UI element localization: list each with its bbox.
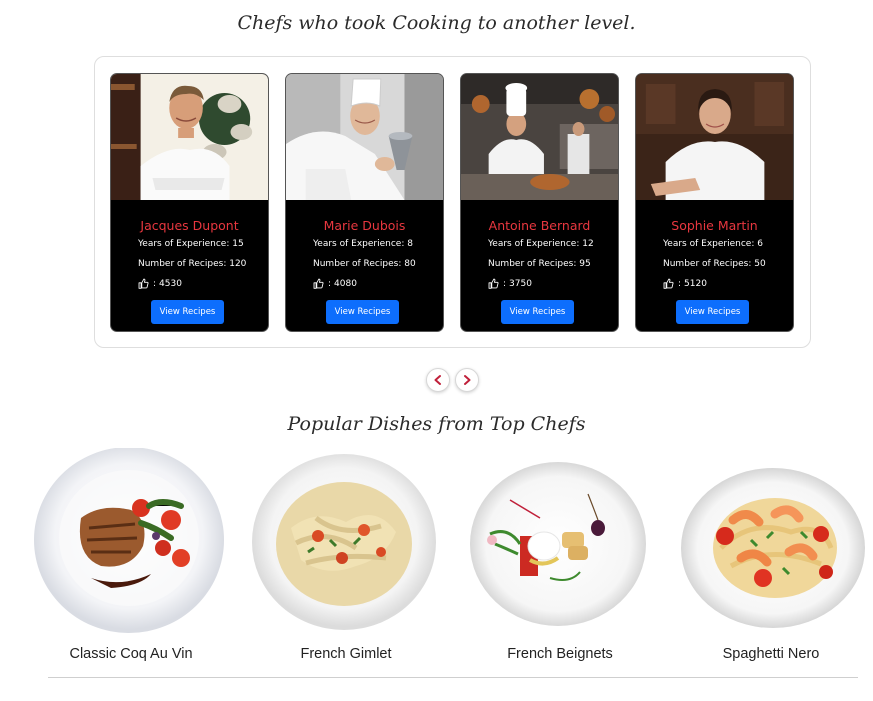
dish-card[interactable]: French Beignets <box>460 448 660 668</box>
likes-count: 4530 <box>159 278 182 289</box>
dish-image <box>252 454 436 630</box>
likes-separator: : <box>503 278 507 289</box>
chef-experience: Years of Experience: 15 <box>138 239 244 249</box>
likes-count: 4080 <box>334 278 357 289</box>
chef-name: Sophie Martin <box>671 218 758 233</box>
footer-divider <box>48 677 858 678</box>
chefs-section-title: Chefs who took Cooking to another level. <box>237 12 636 34</box>
dish-name: French Gimlet <box>300 646 392 662</box>
likes-separator: : <box>678 278 682 289</box>
chef-carousel: Jacques Dupont Years of Experience: 15 N… <box>94 56 811 348</box>
thumbs-up-icon <box>138 278 149 289</box>
carousel-prev-button[interactable] <box>426 368 450 392</box>
dish-image <box>681 468 865 628</box>
thumbs-up-icon <box>488 278 499 289</box>
dish-name: Classic Coq Au Vin <box>69 646 193 662</box>
carousel-next-button[interactable] <box>455 368 479 392</box>
dish-name: French Beignets <box>507 646 613 662</box>
chef-likes: : 5120 <box>663 278 707 289</box>
view-recipes-button[interactable]: View Recipes <box>501 300 574 324</box>
likes-separator: : <box>153 278 157 289</box>
chef-experience: Years of Experience: 6 <box>663 239 763 249</box>
chef-photo <box>286 74 443 200</box>
view-recipes-button[interactable]: View Recipes <box>676 300 749 324</box>
dish-card[interactable]: Classic Coq Au Vin <box>31 448 231 668</box>
dishes-section-title: Popular Dishes from Top Chefs <box>287 413 586 435</box>
chef-experience: Years of Experience: 12 <box>488 239 594 249</box>
dish-name: Spaghetti Nero <box>722 646 820 662</box>
chef-card: Antoine Bernard Years of Experience: 12 … <box>460 73 619 332</box>
thumbs-up-icon <box>663 278 674 289</box>
chef-name: Antoine Bernard <box>488 218 591 233</box>
chef-recipes-count: Number of Recipes: 80 <box>313 259 416 269</box>
view-recipes-button[interactable]: View Recipes <box>151 300 224 324</box>
chef-likes: : 4530 <box>138 278 182 289</box>
dish-card[interactable]: Spaghetti Nero <box>671 448 871 668</box>
chef-name: Jacques Dupont <box>140 218 239 233</box>
chef-card: Sophie Martin Years of Experience: 6 Num… <box>635 73 794 332</box>
likes-separator: : <box>328 278 332 289</box>
chef-photo <box>111 74 268 200</box>
likes-count: 5120 <box>684 278 707 289</box>
chef-name: Marie Dubois <box>323 218 406 233</box>
chef-likes: : 3750 <box>488 278 532 289</box>
chef-experience: Years of Experience: 8 <box>313 239 413 249</box>
chef-photo <box>636 74 793 200</box>
view-recipes-button[interactable]: View Recipes <box>326 300 399 324</box>
chef-photo <box>461 74 618 200</box>
dish-image <box>34 448 224 633</box>
chef-recipes-count: Number of Recipes: 120 <box>138 259 247 269</box>
thumbs-up-icon <box>313 278 324 289</box>
likes-count: 3750 <box>509 278 532 289</box>
chef-recipes-count: Number of Recipes: 50 <box>663 259 766 269</box>
chef-card: Marie Dubois Years of Experience: 8 Numb… <box>285 73 444 332</box>
chef-card: Jacques Dupont Years of Experience: 15 N… <box>110 73 269 332</box>
dish-image <box>470 462 646 626</box>
dish-card[interactable]: French Gimlet <box>246 448 446 668</box>
chevron-right-icon <box>464 375 471 385</box>
chef-likes: : 4080 <box>313 278 357 289</box>
chef-recipes-count: Number of Recipes: 95 <box>488 259 591 269</box>
chevron-left-icon <box>434 375 441 385</box>
